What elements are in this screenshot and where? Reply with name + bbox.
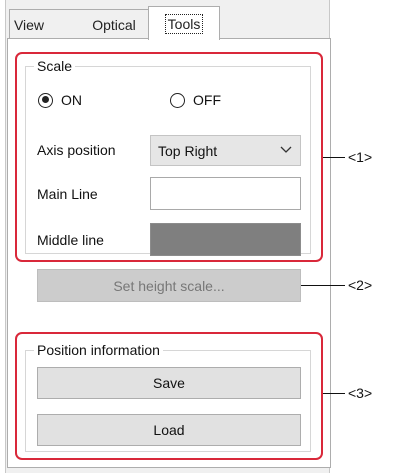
callout-line-1 — [323, 157, 345, 158]
callout-1: <1> — [348, 149, 373, 165]
tab-view[interactable]: View — [9, 9, 49, 39]
tab-view-label: View — [13, 16, 45, 33]
highlight-box-1 — [15, 52, 323, 262]
callout-2: <2> — [348, 277, 373, 293]
tab-tools[interactable]: Tools — [148, 6, 220, 40]
tab-optical[interactable]: Optical — [79, 9, 149, 39]
set-height-scale-button[interactable]: Set height scale... — [37, 269, 301, 302]
highlight-box-3 — [15, 332, 323, 460]
tab-optical-gap — [48, 9, 80, 39]
set-height-scale-label: Set height scale... — [113, 277, 225, 294]
tab-optical-label: Optical — [92, 16, 136, 33]
callout-3: <3> — [348, 385, 373, 401]
tab-tools-label: Tools — [164, 13, 204, 34]
callout-line-2 — [301, 285, 345, 286]
callout-line-3 — [323, 393, 345, 394]
